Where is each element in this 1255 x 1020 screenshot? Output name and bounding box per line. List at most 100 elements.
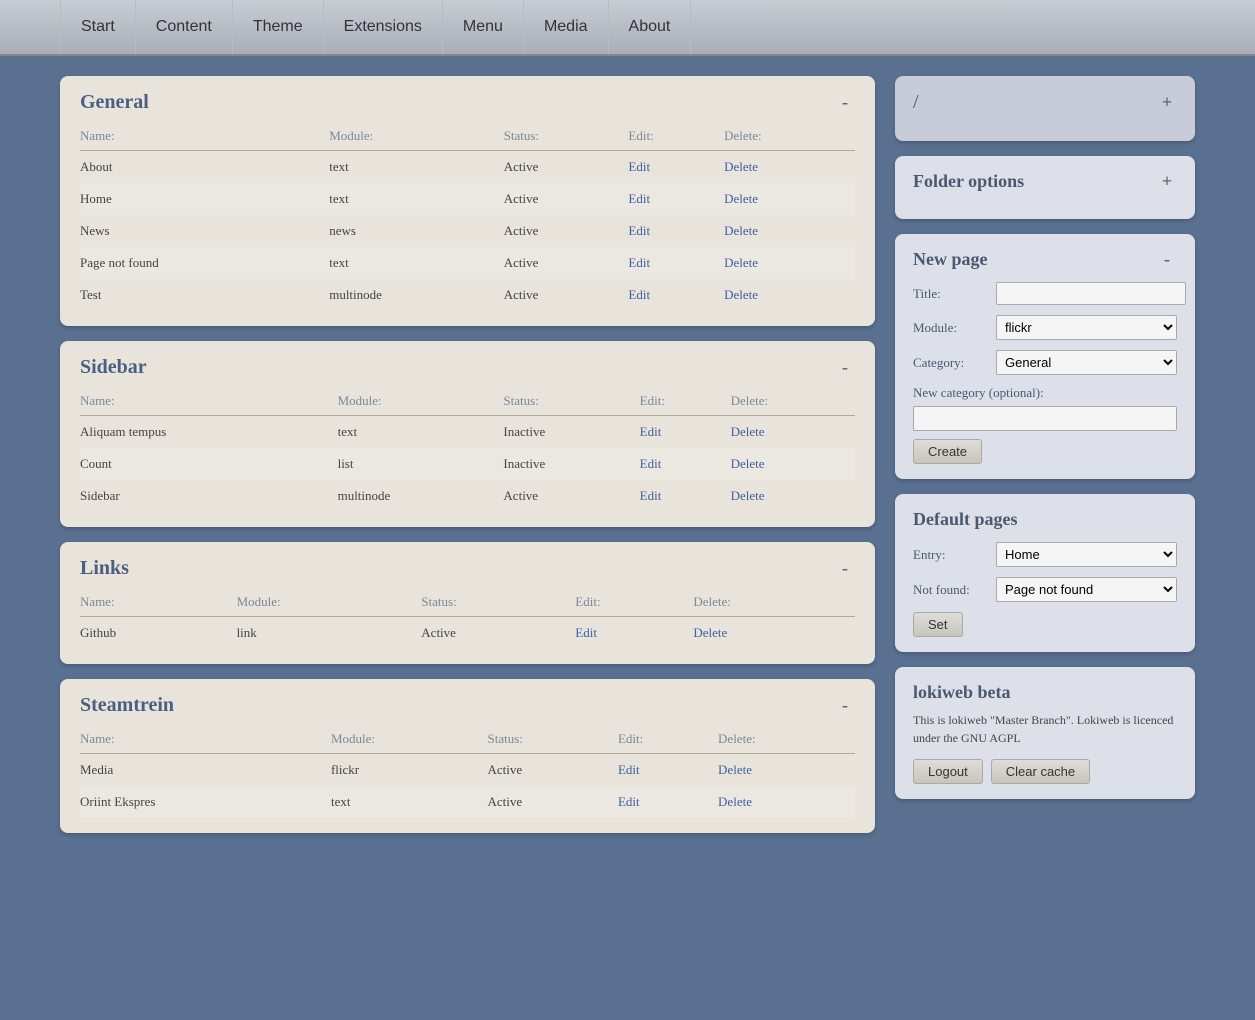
delete-link[interactable]: Delete	[724, 255, 758, 270]
table-row: Github link Active Edit Delete	[80, 617, 855, 650]
edit-link[interactable]: Edit	[628, 159, 650, 174]
path-plus-icon[interactable]: +	[1157, 92, 1177, 113]
row-module: flickr	[331, 754, 488, 787]
entry-label: Entry:	[913, 547, 988, 563]
row-name: Media	[80, 754, 331, 787]
row-status: Inactive	[503, 416, 639, 449]
row-status: Active	[504, 247, 629, 279]
delete-link[interactable]: Delete	[731, 488, 765, 503]
nav-about[interactable]: About	[609, 0, 692, 54]
nav-content[interactable]: Content	[136, 0, 233, 54]
delete-link[interactable]: Delete	[718, 762, 752, 777]
edit-link[interactable]: Edit	[628, 223, 650, 238]
title-field-label: Title:	[913, 286, 988, 302]
folder-options-title: Folder options	[913, 171, 1024, 192]
delete-link[interactable]: Delete	[731, 424, 765, 439]
sidebar-col-name: Name:	[80, 389, 338, 416]
general-col-delete: Delete:	[724, 124, 855, 151]
delete-link[interactable]: Delete	[731, 456, 765, 471]
general-col-edit: Edit:	[628, 124, 724, 151]
sidebar-col-status: Status:	[503, 389, 639, 416]
sidebar-toggle[interactable]: -	[835, 357, 855, 378]
logout-button[interactable]: Logout	[913, 759, 983, 784]
clear-cache-button[interactable]: Clear cache	[991, 759, 1090, 784]
title-input[interactable]	[996, 282, 1186, 305]
row-name: About	[80, 151, 329, 184]
steamtrein-col-module: Module:	[331, 727, 488, 754]
steamtrein-table-header-row: Name: Module: Status: Edit: Delete:	[80, 727, 855, 754]
module-field-label: Module:	[913, 320, 988, 336]
steamtrein-col-name: Name:	[80, 727, 331, 754]
folder-options-plus-icon[interactable]: +	[1157, 171, 1177, 192]
row-status: Active	[503, 480, 639, 512]
edit-link[interactable]: Edit	[575, 625, 597, 640]
steamtrein-col-status: Status:	[487, 727, 618, 754]
default-pages-header: Default pages	[913, 509, 1177, 530]
delete-link[interactable]: Delete	[724, 191, 758, 206]
new-category-label: New category (optional):	[913, 385, 1177, 401]
row-name: News	[80, 215, 329, 247]
edit-link[interactable]: Edit	[628, 287, 650, 302]
delete-link[interactable]: Delete	[724, 159, 758, 174]
edit-link[interactable]: Edit	[618, 794, 640, 809]
row-status: Active	[504, 151, 629, 184]
links-table-header-row: Name: Module: Status: Edit: Delete:	[80, 590, 855, 617]
row-module: text	[329, 151, 503, 184]
table-row: Aliquam tempus text Inactive Edit Delete	[80, 416, 855, 449]
delete-link[interactable]: Delete	[724, 287, 758, 302]
links-header: Links -	[80, 557, 855, 580]
category-select[interactable]: General	[996, 350, 1177, 375]
links-toggle[interactable]: -	[835, 558, 855, 579]
steamtrein-toggle[interactable]: -	[835, 695, 855, 716]
row-module: multinode	[338, 480, 504, 512]
delete-link[interactable]: Delete	[724, 223, 758, 238]
sidebar-table-header-row: Name: Module: Status: Edit: Delete:	[80, 389, 855, 416]
right-column: / + Folder options + New page - Title: M…	[895, 76, 1195, 799]
lokiweb-card: lokiweb beta This is lokiweb "Master Bra…	[895, 667, 1195, 799]
new-page-toggle[interactable]: -	[1157, 249, 1177, 270]
folder-options-header: Folder options +	[913, 171, 1177, 192]
nav-theme[interactable]: Theme	[233, 0, 324, 54]
module-row: Module: flickr	[913, 315, 1177, 340]
top-navigation: Start Content Theme Extensions Menu Medi…	[0, 0, 1255, 56]
table-row: Test multinode Active Edit Delete	[80, 279, 855, 311]
general-title: General	[80, 91, 149, 114]
edit-link[interactable]: Edit	[628, 191, 650, 206]
module-select[interactable]: flickr	[996, 315, 1177, 340]
table-row: Sidebar multinode Active Edit Delete	[80, 480, 855, 512]
path-label: /	[913, 91, 919, 114]
links-table: Name: Module: Status: Edit: Delete: Gith…	[80, 590, 855, 649]
edit-link[interactable]: Edit	[640, 488, 662, 503]
nav-extensions[interactable]: Extensions	[324, 0, 443, 54]
delete-link[interactable]: Delete	[693, 625, 727, 640]
row-module: news	[329, 215, 503, 247]
left-column: General - Name: Module: Status: Edit: De…	[60, 76, 875, 833]
not-found-row: Not found: Page not found	[913, 577, 1177, 602]
row-module: text	[329, 183, 503, 215]
edit-link[interactable]: Edit	[618, 762, 640, 777]
row-name: Sidebar	[80, 480, 338, 512]
general-header: General -	[80, 91, 855, 114]
nav-media[interactable]: Media	[524, 0, 609, 54]
main-container: General - Name: Module: Status: Edit: De…	[0, 56, 1255, 853]
new-page-card: New page - Title: Module: flickr Categor…	[895, 234, 1195, 479]
edit-link[interactable]: Edit	[628, 255, 650, 270]
delete-link[interactable]: Delete	[718, 794, 752, 809]
nav-menu[interactable]: Menu	[443, 0, 524, 54]
entry-select[interactable]: Home	[996, 542, 1177, 567]
links-col-edit: Edit:	[575, 590, 693, 617]
new-page-header: New page -	[913, 249, 1177, 270]
links-col-delete: Delete:	[693, 590, 855, 617]
nav-start[interactable]: Start	[60, 0, 136, 54]
lokiweb-title: lokiweb beta	[913, 682, 1177, 703]
edit-link[interactable]: Edit	[640, 456, 662, 471]
not-found-select[interactable]: Page not found	[996, 577, 1177, 602]
steamtrein-table: Name: Module: Status: Edit: Delete: Medi…	[80, 727, 855, 818]
create-button[interactable]: Create	[913, 439, 982, 464]
new-category-input[interactable]	[913, 406, 1177, 431]
not-found-label: Not found:	[913, 582, 988, 598]
general-toggle[interactable]: -	[835, 92, 855, 113]
edit-link[interactable]: Edit	[640, 424, 662, 439]
steamtrein-card: Steamtrein - Name: Module: Status: Edit:…	[60, 679, 875, 833]
set-button[interactable]: Set	[913, 612, 963, 637]
